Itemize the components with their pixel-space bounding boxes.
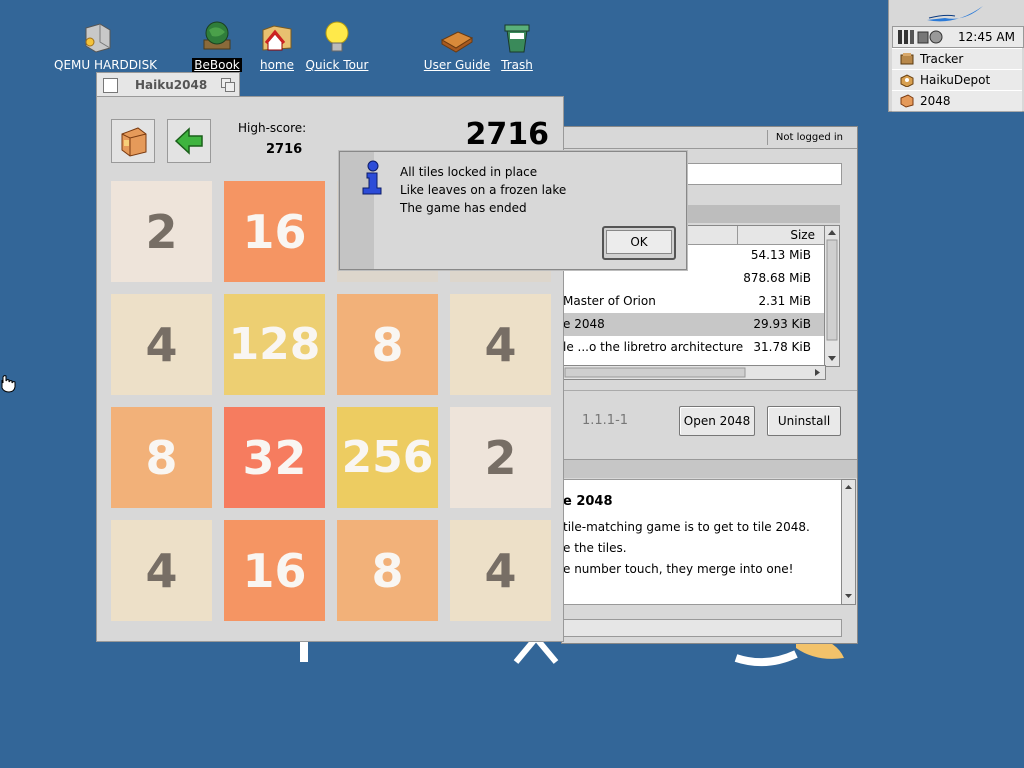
- tile-256: 256: [337, 407, 438, 508]
- package-list-vertical-scrollbar[interactable]: [824, 225, 840, 367]
- description-scrollbar[interactable]: [841, 479, 856, 605]
- tile-4: 4: [450, 520, 551, 621]
- lightbulb-icon: [320, 20, 354, 54]
- highscore-label: High-score:: [238, 121, 307, 135]
- leaf-menu-icon[interactable]: [925, 4, 985, 24]
- package-size: 54.13 MiB: [750, 248, 811, 262]
- desktop-icon-trash[interactable]: Trash: [472, 20, 562, 72]
- trash-icon: [500, 20, 534, 54]
- alert-message-line: The game has ended: [400, 201, 527, 215]
- tile-128: 128: [224, 294, 325, 395]
- ok-button-label: OK: [606, 230, 672, 254]
- book-icon: [440, 20, 474, 54]
- tile-32: 32: [224, 407, 325, 508]
- desktop-icon-label: home: [259, 58, 295, 72]
- globe-book-icon: [200, 20, 234, 54]
- tray-icons: [898, 30, 943, 44]
- package-size: 2.31 MiB: [758, 294, 811, 308]
- tile-8: 8: [337, 520, 438, 621]
- package-name: e 2048: [563, 317, 605, 331]
- package-version: 1.1.1-1: [582, 413, 629, 428]
- deskbar-app-haikudepot[interactable]: HaikuDepot: [892, 69, 1022, 91]
- package-description: e 2048 tile-matching game is to get to t…: [562, 479, 842, 605]
- package-list-horizontal-scrollbar[interactable]: [562, 365, 826, 380]
- deskbar-app-2048[interactable]: 2048: [892, 90, 1022, 112]
- tile-8: 8: [337, 294, 438, 395]
- window-title: Haiku2048: [135, 78, 208, 92]
- tile-16: 16: [224, 520, 325, 621]
- desktop-icon-label: QEMU HARDDISK: [54, 58, 158, 72]
- zoom-icon[interactable]: [221, 78, 235, 92]
- uninstall-button[interactable]: Uninstall: [767, 406, 841, 436]
- new-game-button[interactable]: [111, 119, 155, 163]
- tab-bar: [562, 459, 857, 478]
- undo-button[interactable]: [167, 119, 211, 163]
- size-column-header[interactable]: Size: [737, 226, 823, 244]
- ok-button[interactable]: OK: [602, 226, 676, 260]
- tile-16: 16: [224, 181, 325, 282]
- back-arrow-icon: [174, 127, 203, 155]
- new-game-icon: [121, 127, 147, 157]
- open-2048-button[interactable]: Open 2048: [679, 406, 755, 436]
- highscore-value: 2716: [266, 142, 303, 157]
- harddisk-icon: [80, 20, 114, 54]
- haikudepot-icon: [900, 74, 914, 87]
- divider: [562, 390, 857, 391]
- package-size: 878.68 MiB: [743, 271, 811, 285]
- system-tray: 12:45 AM: [892, 26, 1024, 48]
- hand-cursor-icon: [1, 375, 16, 393]
- tile-2: 2: [111, 181, 212, 282]
- desktop-icon-quick-tour[interactable]: Quick Tour: [292, 20, 382, 72]
- desktop-icon-qemu-harddisk[interactable]: QEMU HARDDISK: [52, 20, 157, 72]
- description-line: tile-matching game is to get to tile 204…: [563, 520, 810, 534]
- alert-message-line: All tiles locked in place: [400, 165, 538, 179]
- alert-message-line: Like leaves on a frozen lake: [400, 183, 567, 197]
- deskbar: 12:45 AM Tracker HaikuDepot 2048: [888, 0, 1024, 112]
- info-icon: [362, 160, 382, 195]
- deskbar-app-label: Tracker: [920, 52, 964, 66]
- deskbar-app-label: 2048: [920, 94, 951, 108]
- desktop-icon-label: Trash: [501, 58, 533, 72]
- current-score: 2716: [465, 117, 550, 152]
- package-size: 31.78 KiB: [753, 340, 811, 354]
- package-name: Master of Orion: [563, 294, 656, 308]
- login-status[interactable]: Not logged in: [766, 130, 851, 145]
- 2048-icon: [900, 94, 914, 108]
- description-line: e number touch, they merge into one!: [563, 562, 794, 576]
- table-row-selected[interactable]: e 2048 29.93 KiB: [563, 313, 825, 336]
- deskbar-app-label: HaikuDepot: [920, 73, 991, 87]
- menubar-divider: [562, 148, 857, 149]
- close-button[interactable]: [103, 78, 118, 93]
- table-row[interactable]: 878.68 MiB: [563, 267, 825, 290]
- game-over-alert: All tiles locked in place Like leaves on…: [339, 151, 687, 270]
- table-row[interactable]: le ...o the libretro architecture 31.78 …: [563, 336, 825, 359]
- tile-8: 8: [111, 407, 212, 508]
- desktop-icon-label: Quick Tour: [305, 58, 369, 72]
- tile-4: 4: [111, 520, 212, 621]
- table-row[interactable]: Master of Orion 2.31 MiB: [563, 290, 825, 313]
- description-line: e the tiles.: [563, 541, 627, 555]
- package-name: le ...o the libretro architecture: [563, 340, 744, 354]
- tracker-icon: [900, 53, 914, 65]
- home-folder-icon: [260, 20, 294, 54]
- description-title: e 2048: [563, 494, 613, 509]
- deskbar-app-tracker[interactable]: Tracker: [892, 48, 1022, 70]
- tile-4: 4: [450, 294, 551, 395]
- clock[interactable]: 12:45 AM: [958, 30, 1015, 44]
- tile-4: 4: [111, 294, 212, 395]
- window-tab[interactable]: Haiku2048: [96, 72, 240, 97]
- package-size: 29.93 KiB: [753, 317, 811, 331]
- tile-2: 2: [450, 407, 551, 508]
- status-bar: [562, 619, 842, 637]
